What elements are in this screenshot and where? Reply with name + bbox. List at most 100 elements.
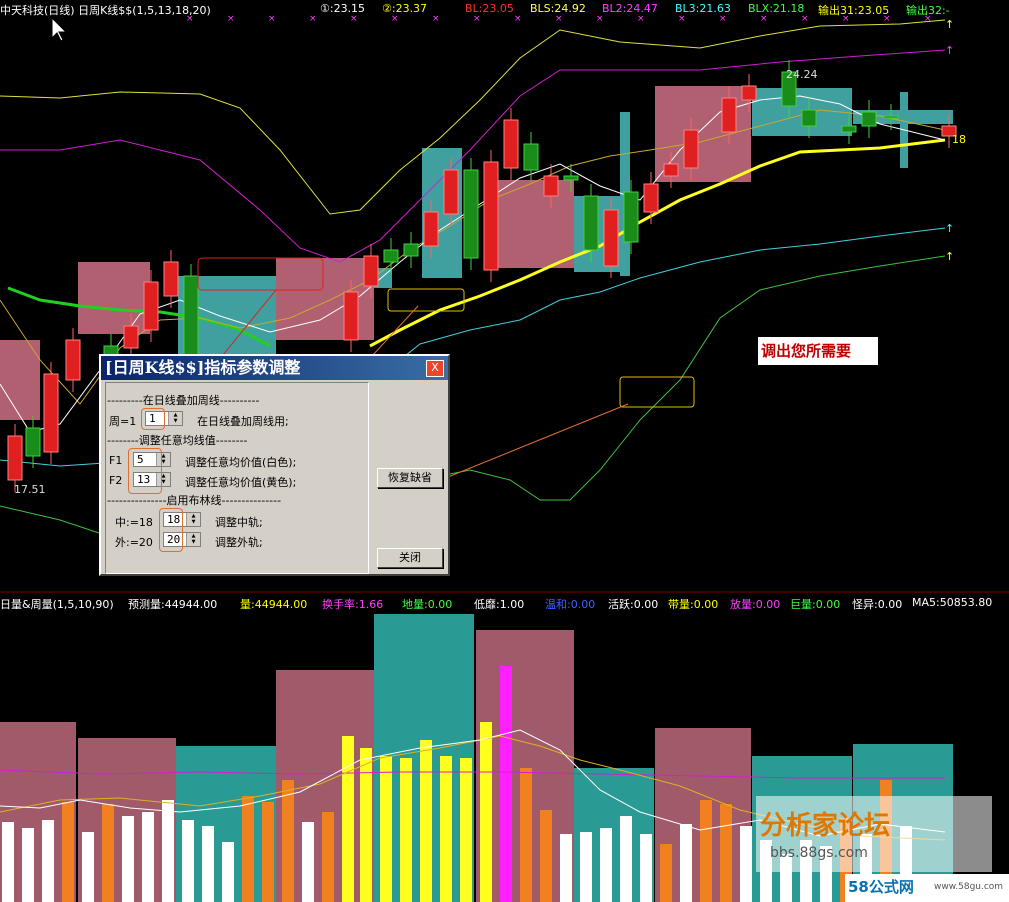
weekly-bar (276, 258, 374, 340)
daily-volume-bar (342, 736, 354, 902)
mid-label: 中:=18 (115, 516, 153, 529)
daily-volume-bar (122, 816, 134, 902)
daily-volume-bar (262, 802, 274, 902)
price-header: 中天科技(日线) 日周K线$$(1,5,13,18,20) (0, 2, 211, 18)
candle-body (43, 373, 59, 453)
marker-x: × (350, 14, 358, 24)
daily-volume-bar (302, 822, 314, 902)
daily-volume-bar (680, 824, 692, 902)
restore-defaults-button[interactable]: 恢复缺省 (377, 468, 443, 488)
hint-callout: 调出您所需要 (758, 337, 878, 365)
trend-arrow-icon: ↑ (945, 222, 954, 235)
indicator-value: 输出31:23.05 (818, 4, 890, 17)
weekly-bar (78, 262, 150, 334)
daily-volume-bar (82, 832, 94, 902)
indicator-value: 输出32:- (906, 4, 950, 17)
daily-volume-bar (202, 826, 214, 902)
candle-body (543, 175, 559, 197)
marker-x: × (309, 14, 317, 24)
daily-volume-bar (400, 758, 412, 902)
indicator-value: BL3:21.63 (675, 2, 731, 15)
p1-desc: 在日线叠加周线用; (197, 415, 289, 428)
trend-arrow-icon: ↑ (945, 44, 954, 57)
daily-volume-bar (2, 822, 14, 902)
volume-indicator-value: 活跃:0.00 (608, 598, 659, 611)
f-values-highlight (128, 448, 162, 494)
trend-arrow-icon: ↑ (945, 250, 954, 263)
volume-indicator-value: 换手率:1.66 (322, 598, 384, 611)
badge-58-name: 58公式网 (848, 878, 914, 896)
parameter-dialog[interactable]: [日周K线$$]指标参数调整 X ---------在日线叠加周线-------… (99, 354, 450, 576)
candle-body (183, 275, 199, 357)
candle-body (25, 427, 41, 457)
candle-body (583, 195, 599, 251)
daily-volume-bar (222, 842, 234, 902)
marker-x: × (432, 14, 440, 24)
candle-body (683, 129, 699, 169)
candle-body (643, 183, 659, 213)
daily-volume-bar (620, 816, 632, 902)
volume-indicator-value: 怪异:0.00 (852, 598, 903, 611)
chart-title: 中天科技(日线) 日周K线$$(1,5,13,18,20) (0, 4, 211, 17)
out-label: 外:=20 (115, 536, 153, 549)
daily-volume-bar (42, 820, 54, 902)
candle-body (841, 125, 857, 133)
daily-volume-bar (322, 812, 334, 902)
daily-volume-bar (520, 768, 532, 902)
candle-body (483, 161, 499, 271)
daily-volume-bar (22, 828, 34, 902)
marker-x: × (268, 14, 276, 24)
p1-spin-buttons[interactable]: ▲ ▼ (168, 412, 182, 425)
f2-desc: 调整任意均价值(黄色); (185, 476, 297, 489)
daily-volume-bar (700, 800, 712, 902)
dialog-close-button[interactable]: X (426, 360, 444, 377)
daily-volume-bar (540, 810, 552, 902)
section-ma: --------调整任意均线值-------- (107, 434, 248, 447)
daily-volume-bar (720, 804, 732, 902)
indicator-value: BLX:21.18 (748, 2, 805, 15)
volume-indicator-value: 低靡:1.00 (474, 598, 525, 611)
daily-volume-bar (102, 804, 114, 902)
candle-body (403, 243, 419, 257)
candle-body (563, 175, 579, 181)
marker-x: × (678, 14, 686, 24)
daily-volume-bar (460, 758, 472, 902)
daily-volume-bar (640, 834, 652, 902)
marker-x: × (637, 14, 645, 24)
candle-body (741, 85, 757, 101)
high-price-label: 24.24 (786, 68, 818, 81)
candle-body (721, 97, 737, 133)
out-spin-buttons[interactable]: ▲ ▼ (186, 533, 200, 546)
daily-volume-bar (660, 844, 672, 902)
volume-header: 日量&周量(1,5,10,90) (0, 596, 114, 612)
marker-x: × (391, 14, 399, 24)
volume-indicator-value: 地量:0.00 (402, 598, 453, 611)
close-button[interactable]: 关闭 (377, 548, 443, 568)
p1-label: 周=1 (109, 415, 137, 428)
dialog-title: [日周K线$$]指标参数调整 (101, 356, 448, 380)
mid-desc: 调整中轨; (215, 516, 263, 529)
daily-volume-bar (162, 800, 174, 902)
forum-url: bbs.88gs.com (770, 845, 868, 861)
candle-body (423, 211, 439, 247)
indicator-value: BL:23.05 (465, 2, 514, 15)
indicator-value: BLS:24.92 (530, 2, 586, 15)
candle-body (65, 339, 81, 381)
weekly-bar (0, 340, 40, 420)
mid-spin-buttons[interactable]: ▲ ▼ (186, 513, 200, 526)
volume-indicator-value: 带量:0.00 (668, 598, 719, 611)
indicator-value: ①:23.15 (320, 2, 366, 15)
daily-volume-bar (440, 756, 452, 902)
f1-desc: 调整任意均价值(白色); (185, 456, 297, 469)
daily-volume-bar (500, 666, 512, 902)
daily-volume-bar (360, 748, 372, 902)
candle-body (383, 249, 399, 263)
daily-volume-bar (182, 820, 194, 902)
candle-body (883, 115, 899, 119)
boll-values-highlight (159, 508, 183, 552)
section-weekly-overlay: ---------在日线叠加周线---------- (107, 394, 260, 407)
candle-body (343, 291, 359, 341)
daily-volume-bar (380, 756, 392, 902)
marker-x: × (227, 14, 235, 24)
candle-body (503, 119, 519, 169)
